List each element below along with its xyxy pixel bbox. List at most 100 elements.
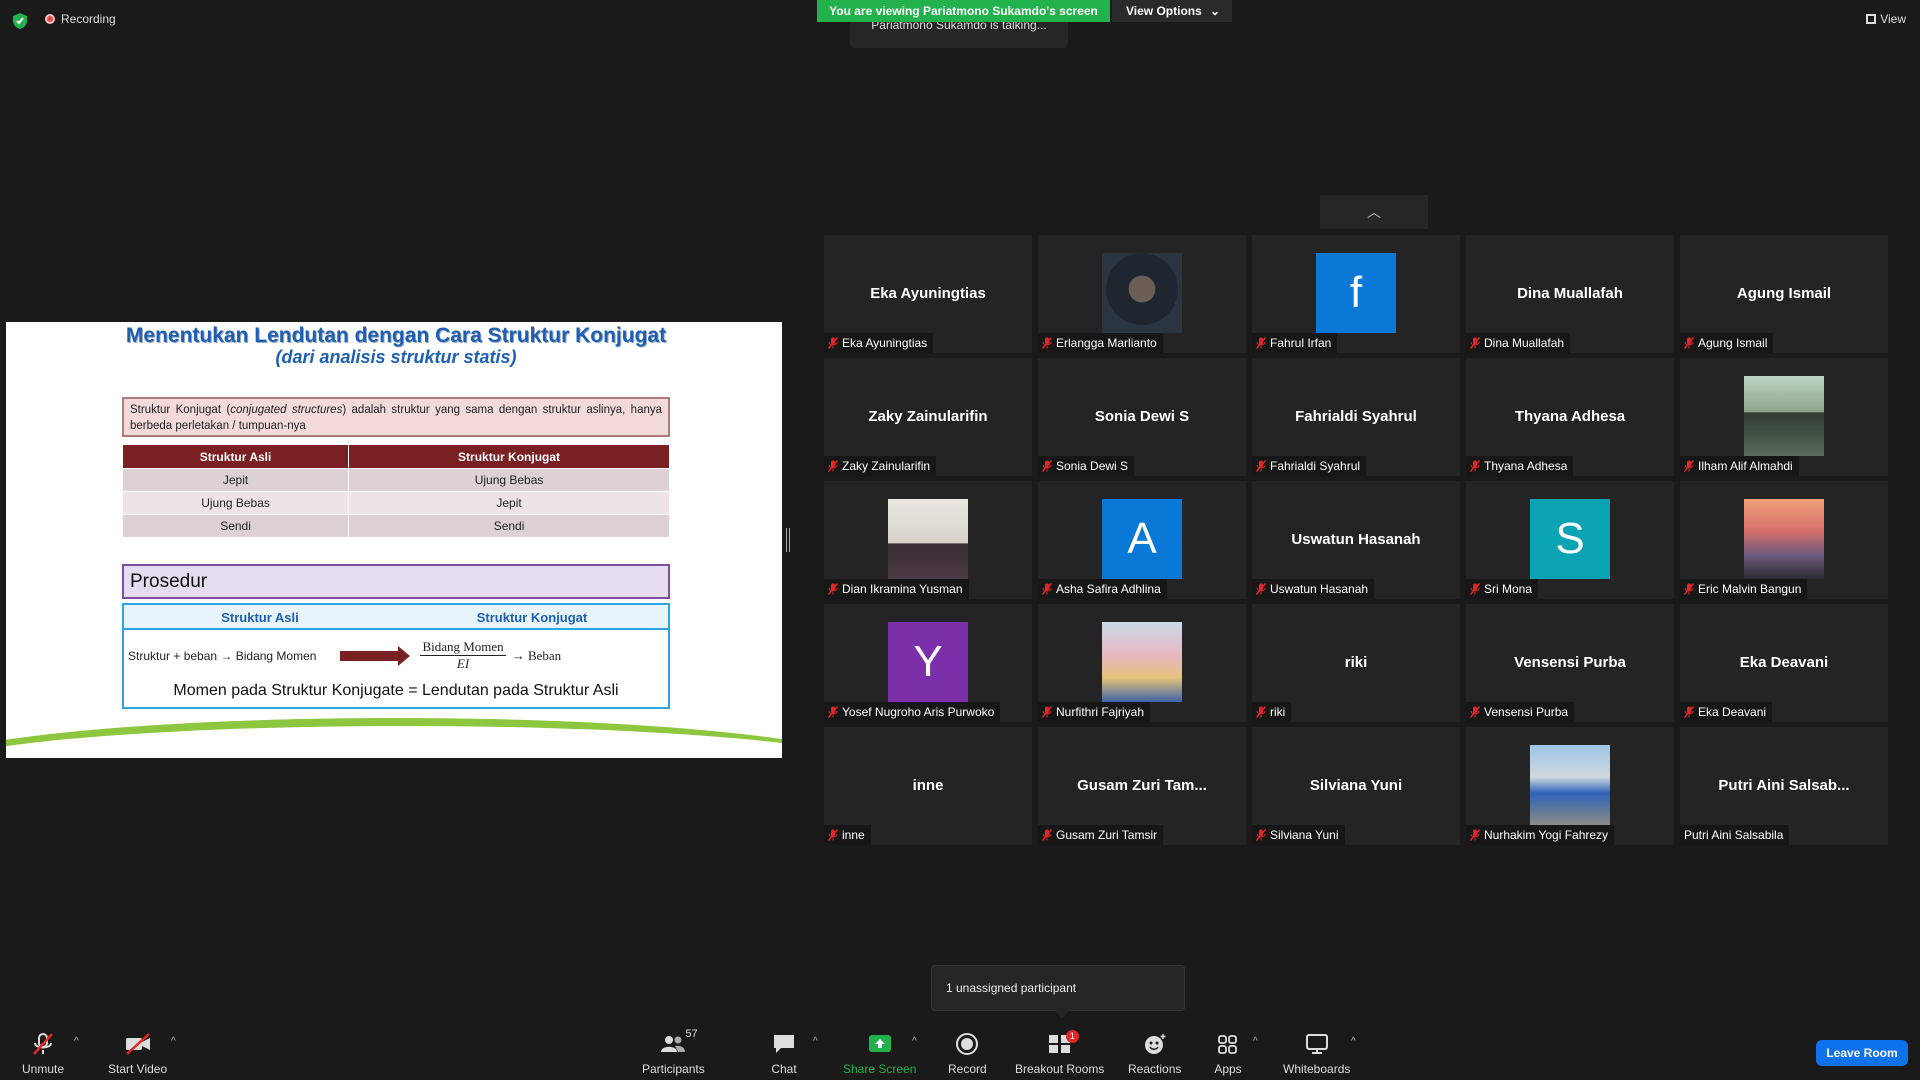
reactions-button[interactable]: Reactions <box>1128 1032 1181 1076</box>
breakout-rooms-icon: 1 <box>1046 1030 1079 1056</box>
breakout-rooms-button[interactable]: 1 Breakout Rooms <box>1015 1030 1104 1076</box>
view-button[interactable]: View <box>1866 12 1906 26</box>
participant-name: Asha Safira Adhlina <box>1056 582 1161 596</box>
participant-name: Ilham Alif Almahdi <box>1698 459 1793 473</box>
mic-muted-icon <box>1684 583 1694 595</box>
video-options-caret-icon[interactable]: ^ <box>171 1036 176 1047</box>
participant-name-label: Gusam Zuri Tamsir <box>1038 825 1164 845</box>
slide-title: Menentukan Lendutan dengan Cara Struktur… <box>125 324 667 347</box>
apps-options-caret-icon[interactable]: ^ <box>1253 1036 1258 1047</box>
participant-display-name: Vensensi Purba <box>1514 654 1626 671</box>
record-label: Record <box>948 1062 987 1076</box>
participant-name: Fahrialdi Syahrul <box>1270 459 1361 473</box>
support-table: Struktur Asli Struktur Konjugat Jepit Ujun… <box>121 444 670 538</box>
participant-tile[interactable]: Zaky Zainularifin Zaky Zainularifin <box>824 358 1032 476</box>
participant-video-thumbnail <box>1744 376 1824 456</box>
share-options-caret-icon[interactable]: ^ <box>912 1036 917 1047</box>
participant-tile[interactable]: Eka Ayuningtias Eka Ayuningtias <box>824 235 1032 353</box>
participant-name: Silviana Yuni <box>1270 828 1339 842</box>
participant-name-label: Silviana Yuni <box>1252 825 1345 845</box>
procedure-box: Struktur Asli Struktur Konjugat Struktur… <box>122 603 670 709</box>
split-resize-handle[interactable] <box>786 528 790 552</box>
participant-tile[interactable]: Gusam Zuri Tam... Gusam Zuri Tamsir <box>1038 727 1246 845</box>
participant-tile[interactable]: Dian Ikramina Yusman <box>824 481 1032 599</box>
participant-display-name: Sonia Dewi S <box>1094 408 1190 425</box>
participant-tile[interactable]: A Asha Safira Adhlina <box>1038 481 1246 599</box>
participant-tile[interactable]: Uswatun Hasanah Uswatun Hasanah <box>1252 481 1460 599</box>
reactions-icon <box>1141 1032 1169 1056</box>
participant-display-name: Putri Aini Salsab... <box>1718 777 1850 794</box>
participant-tile[interactable]: S Sri Mona <box>1466 481 1674 599</box>
share-screen-label: Share Screen <box>843 1062 917 1076</box>
participant-display-name: inne <box>912 777 944 794</box>
participant-avatar: A <box>1102 499 1182 579</box>
apps-label: Apps <box>1214 1062 1242 1076</box>
participant-gallery: Eka Ayuningtias Eka Ayuningtias Erlangga M… <box>824 235 1890 845</box>
participant-tile[interactable]: Nurfithri Fajriyah <box>1038 604 1246 722</box>
whiteboards-button[interactable]: Whiteboards <box>1283 1032 1350 1076</box>
chat-button[interactable]: Chat <box>770 1032 798 1076</box>
participant-tile[interactable]: Eka Deavani Eka Deavani <box>1680 604 1888 722</box>
participant-tile[interactable]: Fahrialdi Syahrul Fahrialdi Syahrul <box>1252 358 1460 476</box>
participant-name-label: Asha Safira Adhlina <box>1038 579 1167 599</box>
recording-label: Recording <box>61 12 116 26</box>
participant-display-name: Zaky Zainularifin <box>868 408 988 425</box>
record-button[interactable]: Record <box>948 1032 987 1076</box>
mic-muted-icon <box>1042 829 1052 841</box>
participant-tile[interactable]: Y Yosef Nugroho Aris Purwoko <box>824 604 1032 722</box>
mic-muted-icon <box>1042 706 1052 718</box>
participant-tile[interactable]: Agung Ismail Agung Ismail <box>1680 235 1888 353</box>
participant-display-name: Eka Ayuningtias <box>870 285 986 302</box>
start-video-button[interactable]: Start Video <box>108 1032 167 1076</box>
participant-tile[interactable]: Eric Malvin Bangun <box>1680 481 1888 599</box>
mic-muted-icon <box>1470 706 1480 718</box>
gallery-page-up-button[interactable]: ︿ <box>1320 195 1428 229</box>
reactions-label: Reactions <box>1128 1062 1182 1076</box>
zoom-window: Recording Pariatmono Sukamdo is talking.… <box>0 0 1920 1080</box>
recording-indicator[interactable]: Recording <box>45 12 116 26</box>
participant-tile[interactable]: Erlangga Marlianto <box>1038 235 1246 353</box>
participant-tile[interactable]: Thyana Adhesa Thyana Adhesa <box>1466 358 1674 476</box>
participant-name-label: Vensensi Purba <box>1466 702 1575 722</box>
participant-tile[interactable]: Ilham Alif Almahdi <box>1680 358 1888 476</box>
participant-name-label: Eric Malvin Bangun <box>1680 579 1808 599</box>
participant-avatar: S <box>1530 499 1610 579</box>
participant-name-label: Fahrialdi Syahrul <box>1252 456 1367 476</box>
participant-tile[interactable]: Sonia Dewi S Sonia Dewi S <box>1038 358 1246 476</box>
security-shield-icon[interactable] <box>12 12 28 30</box>
participant-tile[interactable]: Dina Muallafah Dina Muallafah <box>1466 235 1674 353</box>
unmute-button[interactable]: Unmute <box>22 1032 64 1076</box>
participant-display-name: Fahrialdi Syahrul <box>1295 408 1417 425</box>
participant-name-label: Eka Deavani <box>1680 702 1773 722</box>
leave-room-button[interactable]: Leave Room <box>1816 1040 1908 1066</box>
view-options-button[interactable]: View Options ⌄ <box>1112 0 1232 22</box>
participant-name-label: Dina Muallafah <box>1466 333 1571 353</box>
participant-tile[interactable]: inne inne <box>824 727 1032 845</box>
participants-label: Participants <box>642 1062 705 1076</box>
record-dot-icon <box>45 14 55 24</box>
slide-subtitle: (dari analisis struktur statis) <box>275 347 517 367</box>
participants-count: 57 <box>685 1028 698 1040</box>
participant-tile[interactable]: Silviana Yuni Silviana Yuni <box>1252 727 1460 845</box>
participant-tile[interactable]: f Fahrul Irfan <box>1252 235 1460 353</box>
participant-name-label: inne <box>824 825 871 845</box>
participant-name-label: Thyana Adhesa <box>1466 456 1574 476</box>
chat-options-caret-icon[interactable]: ^ <box>813 1036 818 1047</box>
view-options-label: View Options <box>1126 4 1202 18</box>
participant-tile[interactable]: Vensensi Purba Vensensi Purba <box>1466 604 1674 722</box>
participant-name: Gusam Zuri Tamsir <box>1056 828 1158 842</box>
mic-muted-icon <box>1256 583 1266 595</box>
view-label: View <box>1880 12 1906 26</box>
participants-button[interactable]: 57 Participants <box>642 1028 705 1076</box>
apps-button[interactable]: Apps <box>1214 1032 1242 1076</box>
participant-tile[interactable]: Nurhakim Yogi Fahrezy <box>1466 727 1674 845</box>
mic-muted-icon <box>1256 706 1266 718</box>
participant-tile[interactable]: Putri Aini Salsab... Putri Aini Salsabila <box>1680 727 1888 845</box>
whiteboard-options-caret-icon[interactable]: ^ <box>1351 1036 1356 1047</box>
audio-options-caret-icon[interactable]: ^ <box>74 1036 79 1047</box>
participant-tile[interactable]: riki riki <box>1252 604 1460 722</box>
participant-name: Eka Ayuningtias <box>842 336 928 350</box>
share-screen-button[interactable]: Share Screen <box>843 1032 916 1076</box>
participant-name: Erlangga Marlianto <box>1056 336 1157 350</box>
unmute-label: Unmute <box>22 1062 65 1076</box>
